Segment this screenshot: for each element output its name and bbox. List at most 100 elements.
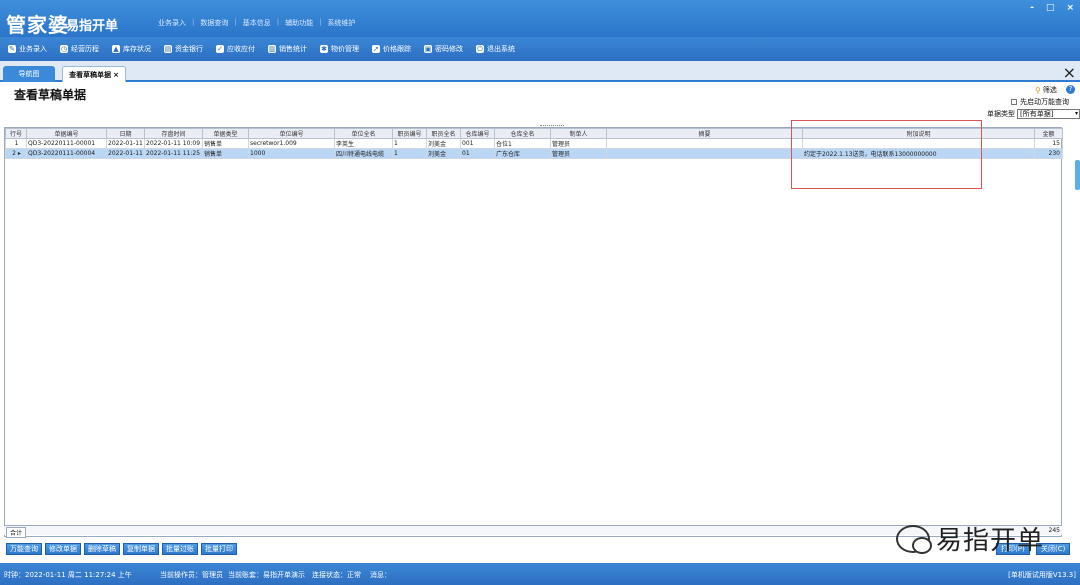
column-header[interactable]: 金额 (1034, 128, 1063, 139)
edit-icon: ✎ (8, 45, 16, 53)
column-header[interactable]: 存盘时间 (144, 128, 203, 139)
table-cell (249, 177, 335, 186)
table-cell: 李英生 (334, 138, 393, 149)
table-cell: 1000 (248, 148, 335, 159)
toolbar-price-button[interactable]: ✱ 物价管理 (320, 44, 359, 54)
window-controls: - □ × (1030, 3, 1074, 13)
gear-icon: ✱ (320, 45, 328, 53)
column-header[interactable]: 单据类型 (202, 128, 249, 139)
column-header[interactable]: 单位全名 (334, 128, 393, 139)
batch-print-button[interactable]: 批量打印 (201, 543, 237, 555)
table-cell: 01 (460, 148, 495, 159)
delete-draft-button[interactable]: 删除草稿 (84, 543, 120, 555)
copy-document-button[interactable]: 复制单据 (123, 543, 159, 555)
column-header[interactable]: 单据编号 (26, 128, 107, 139)
help-icon[interactable]: ? (1066, 85, 1075, 94)
minimize-button[interactable]: - (1030, 3, 1034, 13)
close-icon[interactable]: × (1063, 63, 1076, 82)
modify-document-button[interactable]: 修改单据 (45, 543, 81, 555)
table-cell: 230 (1034, 148, 1063, 159)
table-cell: 销售单 (202, 138, 249, 149)
tab-navigation[interactable]: 导航图 (3, 66, 55, 82)
table-cell: 15 (1034, 138, 1063, 149)
table-cell (393, 177, 427, 186)
close-window-button[interactable]: × (1066, 3, 1074, 13)
app-logo: 管家婆 (6, 13, 69, 37)
universal-query-option[interactable]: 先启动万能查询 (1011, 97, 1069, 107)
doc-type-select[interactable]: [所有单据] ▾ (1017, 109, 1080, 119)
action-buttons: 万能查询 修改单据 删除草稿 复制单据 批量过账 批量打印 (6, 543, 237, 555)
table-cell: 四川特通电线电缆 (334, 148, 393, 159)
table-cell: 001 (460, 138, 495, 149)
column-header[interactable]: 仓库编号 (460, 128, 495, 139)
toolbar-label: 业务录入 (19, 45, 47, 53)
universal-query-checkbox[interactable] (1011, 99, 1017, 105)
table-cell (27, 159, 107, 168)
column-header[interactable]: 日期 (106, 128, 145, 139)
tab-bar: 导航图 查看草稿单据 × × (0, 61, 1080, 82)
maximize-button[interactable]: □ (1046, 3, 1055, 13)
menu-separator: | (319, 18, 322, 26)
title-bar: 管家婆 易指开单 业务录入 | 数据查询 | 基本信息 | 辅助功能 | 系统维护 - … (0, 0, 1080, 37)
toolbar-history-button[interactable]: ◷ 经营历程 (60, 44, 99, 54)
column-header[interactable]: 行号 (5, 128, 27, 139)
table-cell (203, 168, 249, 177)
table-cell (461, 159, 495, 168)
menu-item-basic-info[interactable]: 基本信息 (243, 18, 271, 28)
table-cell: 2022-01-11 (106, 138, 145, 149)
table-cell (145, 177, 203, 186)
menu-item-business-entry[interactable]: 业务录入 (158, 18, 186, 28)
toolbar-label: 销售统计 (279, 45, 307, 53)
filter-label: 筛选 (1042, 86, 1057, 94)
table-cell: secretwor1.009 (248, 138, 335, 149)
watermark-text: 易指开单 (936, 526, 1045, 556)
table-cell (203, 177, 249, 186)
column-header[interactable]: 仓库全名 (494, 128, 551, 139)
table-cell (249, 168, 335, 177)
status-message: 消息： (370, 571, 391, 579)
toolbar-sales-stats-button[interactable]: ▥ 销售统计 (268, 44, 307, 54)
table-cell: 1 (392, 148, 427, 159)
tab-draft-documents[interactable]: 查看草稿单据 × (62, 66, 126, 82)
universal-query-button[interactable]: 万能查询 (6, 543, 42, 555)
filter-button[interactable]: ⚲ 筛选 (1035, 85, 1057, 95)
toolbar-password-button[interactable]: ▣ 密码修改 (424, 44, 463, 54)
toolbar-stock-button[interactable]: ▲ 库存状况 (112, 44, 151, 54)
table-cell: 1 (392, 138, 427, 149)
toolbar-receivable-button[interactable]: ✓ 应收应付 (216, 44, 255, 54)
column-header[interactable]: 摘要 (606, 128, 803, 139)
table-cell (427, 168, 461, 177)
column-header[interactable]: 职员编号 (392, 128, 427, 139)
menu-item-data-query[interactable]: 数据查询 (200, 18, 228, 28)
batch-post-button[interactable]: 批量过账 (162, 543, 198, 555)
column-header[interactable]: 单位编号 (248, 128, 335, 139)
vertical-scrollbar[interactable] (1075, 160, 1080, 190)
table-cell: 2 ▸ (5, 148, 27, 159)
table-cell (335, 159, 393, 168)
toolbar-business-entry-button[interactable]: ✎ 业务录入 (8, 44, 47, 54)
menu-item-aux-functions[interactable]: 辅助功能 (285, 18, 313, 28)
table-cell (6, 168, 27, 177)
table-cell (606, 138, 803, 149)
toolbar-label: 库存状况 (123, 45, 151, 53)
column-header[interactable]: 制单人 (550, 128, 607, 139)
column-header[interactable]: 职员全名 (426, 128, 461, 139)
doc-type-filter: 单据类型 [所有单据] ▾ (987, 109, 1080, 119)
table-cell (393, 159, 427, 168)
toolbar-label: 经营历程 (71, 45, 99, 53)
menu-item-system-maintenance[interactable]: 系统维护 (327, 18, 355, 28)
menu-separator: | (192, 18, 195, 26)
toolbar-label: 物价管理 (331, 45, 359, 53)
toolbar-price-track-button[interactable]: ➚ 价格跟踪 (372, 44, 411, 54)
status-bar: 时钟：2022-01-11 周二 11:27:24 上午 当前操作员：管理员 当… (0, 563, 1080, 585)
row-number: 2 (12, 150, 16, 157)
tab-close-icon[interactable]: × (113, 71, 119, 79)
toolbar-bank-button[interactable]: ▤ 资金银行 (164, 44, 203, 54)
status-account: 当前账套：易指开单演示 (228, 571, 305, 579)
toolbar-exit-button[interactable]: ⏻ 退出系统 (476, 44, 515, 54)
table-cell (427, 177, 461, 186)
bank-icon: ▤ (164, 45, 172, 53)
row-pointer-icon: ▸ (17, 150, 21, 157)
table-cell (6, 159, 27, 168)
main-toolbar: ✎ 业务录入 ◷ 经营历程 ▲ 库存状况 ▤ 资金银行 ✓ 应收应付 ▥ 销售统计 ✱ 物价管… (0, 37, 1080, 61)
